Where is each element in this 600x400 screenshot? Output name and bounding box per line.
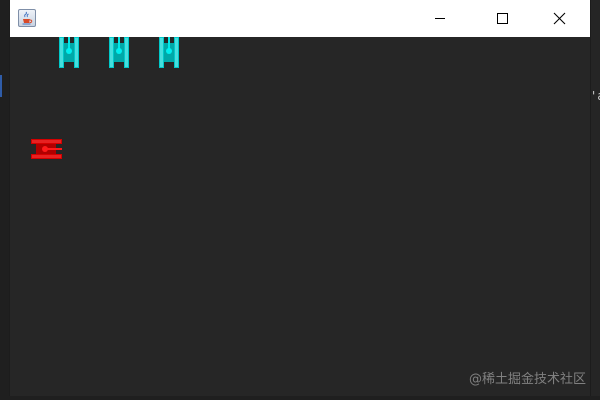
minimize-button[interactable]: [417, 0, 463, 37]
desktop-left-strip: [0, 0, 10, 400]
maximize-icon: [497, 13, 508, 24]
maximize-button[interactable]: [479, 0, 525, 37]
game-canvas[interactable]: [10, 37, 590, 396]
background-window-fragment: 'a: [590, 89, 600, 103]
player-tank: [31, 139, 62, 159]
screen: 'a @稀土掘金技术社区: [0, 0, 600, 400]
minimize-icon: [435, 18, 445, 19]
game-window: [10, 0, 590, 396]
title-bar[interactable]: [10, 0, 590, 37]
close-button[interactable]: [537, 0, 583, 37]
enemy-tank: [159, 37, 179, 68]
close-icon: [553, 12, 566, 25]
desktop-bottom-edge: [0, 396, 600, 400]
desktop-accent: [0, 75, 2, 97]
watermark: @稀土掘金技术社区: [468, 372, 586, 387]
enemy-tank: [109, 37, 129, 68]
enemy-tank: [59, 37, 79, 68]
java-cup-icon: [18, 9, 36, 27]
